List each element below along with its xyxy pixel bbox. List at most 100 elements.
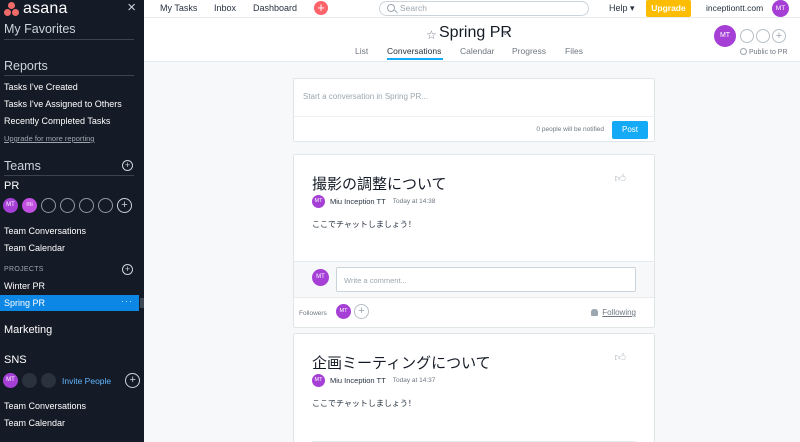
user-avatar[interactable]: MT: [772, 0, 789, 17]
member-avatar[interactable]: MT: [714, 25, 736, 47]
top-bar: My Tasks Inbox Dashboard + Search Help ▾…: [144, 0, 800, 18]
help-menu[interactable]: Help ▾: [609, 3, 635, 14]
tab-progress[interactable]: Progress: [512, 46, 546, 56]
sns-team-calendar[interactable]: Team Calendar: [4, 418, 65, 428]
team-marketing[interactable]: Marketing: [4, 324, 52, 336]
timestamp: Today at 14:38: [392, 198, 436, 205]
report-tasks-created[interactable]: Tasks I've Created: [4, 82, 78, 92]
project-spring-pr[interactable]: Spring PR ···: [0, 295, 139, 311]
notify-count: 0 people will be notified: [536, 126, 604, 133]
search-bar[interactable]: Search: [379, 1, 589, 16]
empty-member-icon[interactable]: [22, 373, 37, 388]
sidebar: asana × My Favorites Reports Tasks I've …: [0, 0, 144, 442]
conversation-body: ここでチャットしましょう！: [312, 399, 416, 408]
favorite-star-icon[interactable]: ☆: [426, 28, 437, 42]
divider: [4, 75, 134, 76]
composer-input[interactable]: Start a conversation in Spring PR...: [303, 92, 428, 101]
upgrade-reporting-link[interactable]: Upgrade for more reporting: [4, 134, 94, 143]
author-avatar[interactable]: MT: [312, 374, 325, 387]
public-label: Public to PR: [749, 49, 788, 56]
followers-label: Followers: [299, 310, 327, 317]
comment-input[interactable]: Write a comment...: [336, 267, 636, 292]
logo-text: asana: [23, 0, 68, 17]
add-member-icon[interactable]: +: [125, 373, 141, 388]
conversation-composer: Start a conversation in Spring PR... 0 p…: [293, 78, 655, 142]
chevron-down-icon[interactable]: ⌄: [502, 28, 509, 37]
tab-files[interactable]: Files: [565, 46, 583, 56]
tab-list[interactable]: List: [355, 46, 368, 56]
conversation-title[interactable]: 撮影の調整について: [312, 173, 447, 194]
empty-member-icon[interactable]: [41, 373, 56, 388]
thumbs-up-icon[interactable]: 👍︎: [615, 351, 627, 364]
asana-logo[interactable]: asana: [4, 1, 68, 17]
follower-avatar[interactable]: MT: [336, 304, 351, 319]
divider: [294, 116, 654, 117]
add-member-icon[interactable]: +: [117, 198, 132, 213]
add-team-icon[interactable]: +: [122, 160, 133, 171]
favorites-header[interactable]: My Favorites: [4, 22, 76, 36]
conversation-author: MT Miu Inception TT Today at 14:38: [312, 195, 435, 208]
active-tab-indicator: [387, 58, 443, 60]
empty-member-icon[interactable]: [41, 198, 56, 213]
divider: [4, 39, 134, 40]
comment-placeholder: Write a comment...: [344, 276, 407, 285]
nav-my-tasks[interactable]: My Tasks: [160, 3, 197, 13]
following-toggle[interactable]: Following: [591, 308, 636, 317]
conversation-card: 企画ミーティングについて 👍︎ MT Miu Inception TT Toda…: [293, 333, 655, 442]
tab-conversations[interactable]: Conversations: [387, 46, 441, 56]
pr-team-calendar[interactable]: Team Calendar: [4, 243, 65, 253]
project-winter-pr[interactable]: Winter PR: [4, 281, 45, 291]
member-avatar[interactable]: MT: [3, 198, 18, 213]
sidebar-scrollbar[interactable]: [140, 298, 144, 308]
report-tasks-assigned[interactable]: Tasks I've Assigned to Others: [4, 99, 122, 109]
team-pr[interactable]: PR: [4, 180, 19, 192]
thumbs-up-icon[interactable]: 👍︎: [615, 172, 627, 185]
bell-icon: [591, 309, 599, 316]
projects-label: PROJECTS: [4, 266, 44, 273]
reports-header[interactable]: Reports: [4, 59, 48, 73]
workspace-domain[interactable]: inceptiontt.com: [706, 3, 763, 13]
add-follower-icon[interactable]: +: [354, 304, 369, 319]
add-member-icon[interactable]: +: [772, 29, 786, 43]
conversation-author: MT Miu Inception TT Today at 14:37: [312, 374, 435, 387]
quick-add-button[interactable]: +: [314, 1, 328, 15]
sidebar-top: asana ×: [0, 0, 144, 18]
author-avatar[interactable]: MT: [312, 195, 325, 208]
empty-member-icon[interactable]: [740, 29, 754, 43]
pr-team-conversations[interactable]: Team Conversations: [4, 226, 86, 236]
search-icon: [387, 4, 395, 12]
add-project-icon[interactable]: +: [122, 264, 133, 275]
empty-member-icon[interactable]: [60, 198, 75, 213]
nav-dashboard[interactable]: Dashboard: [253, 3, 297, 13]
teams-header[interactable]: Teams: [4, 159, 41, 173]
team-sns[interactable]: SNS: [4, 354, 27, 366]
asana-logo-icon: [4, 2, 20, 16]
sns-team-conversations[interactable]: Team Conversations: [4, 401, 86, 411]
pr-member-row: MT mi +: [3, 198, 132, 213]
following-label: Following: [602, 308, 636, 317]
project-options-icon[interactable]: ···: [121, 296, 133, 306]
author-name[interactable]: Miu Inception TT: [330, 197, 386, 206]
comment-area: MT Write a comment...: [294, 261, 654, 297]
upgrade-button[interactable]: Upgrade: [646, 0, 691, 17]
conversation-title[interactable]: 企画ミーティングについて: [312, 352, 491, 373]
followers-bar: Followers MT + Following: [294, 297, 654, 329]
close-sidebar-icon[interactable]: ×: [127, 0, 136, 15]
empty-member-icon[interactable]: [79, 198, 94, 213]
author-name[interactable]: Miu Inception TT: [330, 376, 386, 385]
post-button[interactable]: Post: [612, 121, 648, 139]
tab-calendar[interactable]: Calendar: [460, 46, 495, 56]
report-recently-completed[interactable]: Recently Completed Tasks: [4, 116, 110, 126]
empty-member-icon[interactable]: [756, 29, 770, 43]
member-avatar[interactable]: MT: [3, 373, 18, 388]
project-title[interactable]: Spring PR: [439, 24, 512, 42]
sns-member-row: MT Invite People +: [3, 373, 141, 388]
conversation-card: 撮影の調整について 👍︎ MT Miu Inception TT Today a…: [293, 154, 655, 328]
empty-member-icon[interactable]: [98, 198, 113, 213]
commenter-avatar: MT: [312, 269, 329, 286]
privacy-setting[interactable]: Public to PR: [740, 48, 788, 56]
nav-inbox[interactable]: Inbox: [214, 3, 236, 13]
project-header: ☆ Spring PR ⌄ List Conversations Calenda…: [144, 18, 800, 62]
member-avatar[interactable]: mi: [22, 198, 37, 213]
invite-people-link[interactable]: Invite People: [62, 376, 111, 386]
